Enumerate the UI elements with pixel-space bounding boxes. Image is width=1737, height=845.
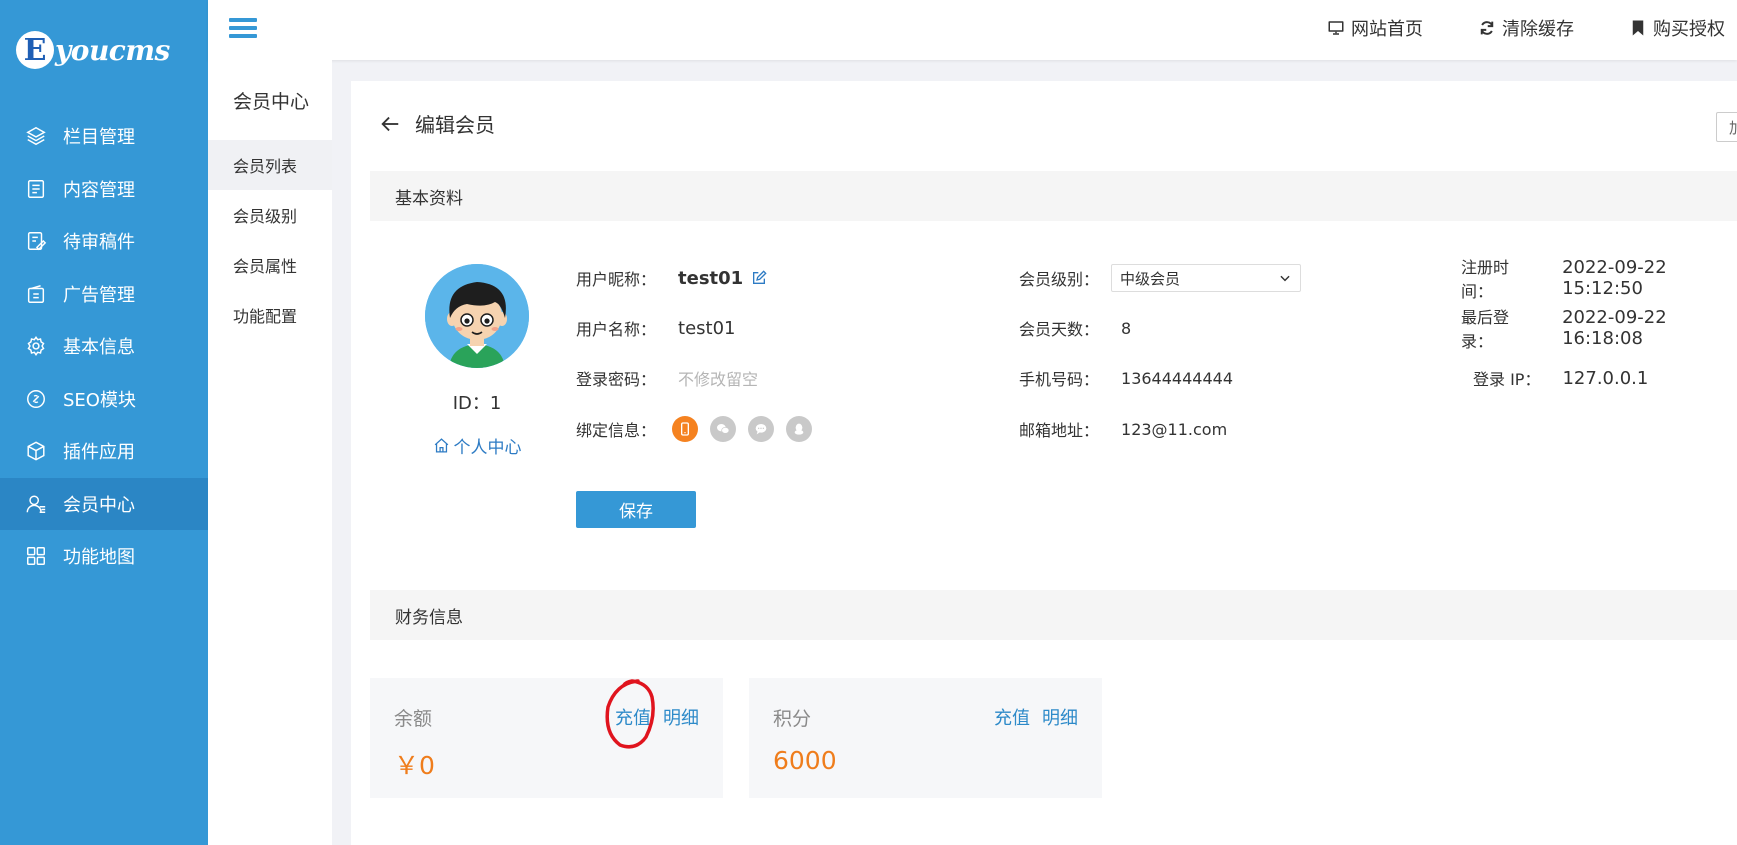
points-label: 积分: [773, 708, 812, 730]
sidebar-item-label: 插件应用: [63, 442, 135, 464]
avatar-illustration: [425, 264, 529, 368]
site-home-link[interactable]: 网站首页: [1327, 15, 1423, 41]
wechat-bind-icon[interactable]: [710, 416, 737, 442]
binding-field: 绑定信息：: [576, 414, 824, 444]
logo-badge: E: [16, 31, 54, 69]
sidebar-item-plugins[interactable]: 插件应用: [0, 425, 208, 478]
finance-section: 财务信息: [370, 590, 1737, 640]
personal-center-link[interactable]: 个人中心: [411, 433, 543, 458]
sidebar-item-seo[interactable]: SEO模块: [0, 373, 208, 426]
buy-license-link[interactable]: 购买授权: [1629, 15, 1725, 41]
points-recharge-link[interactable]: 充值: [994, 704, 1030, 730]
avatar: [425, 264, 529, 368]
sidebar-item-function-map[interactable]: 功能地图: [0, 530, 208, 583]
top-links: 网站首页 清除缓存 购买授权: [1272, 0, 1725, 56]
phone-value: 13644444444: [1121, 368, 1233, 388]
balance-recharge-link[interactable]: 充值: [615, 704, 651, 730]
chevron-down-icon: [1280, 275, 1290, 282]
top-bar: 网站首页 清除缓存 购买授权: [208, 0, 1737, 60]
balance-value: ￥0: [394, 751, 435, 780]
mobile-bind-icon[interactable]: [672, 416, 699, 442]
add-button[interactable]: 加: [1716, 112, 1737, 142]
username-value: test01: [678, 317, 736, 339]
balance-card: 余额 充值 明细 ￥0: [370, 678, 723, 798]
pending-icon: [25, 230, 47, 252]
binding-icons: [672, 416, 824, 442]
submenu-title: 会员中心: [233, 90, 310, 113]
clear-cache-link[interactable]: 清除缓存: [1478, 15, 1574, 41]
sidebar-item-label: 内容管理: [63, 179, 135, 201]
submenu: 会员中心 会员列表 会员级别 会员属性 功能配置: [208, 60, 332, 845]
nickname-value: test01: [678, 267, 744, 289]
gear-icon: [25, 335, 47, 357]
password-input[interactable]: 不修改留空: [678, 366, 758, 390]
submenu-item-member-level[interactable]: 会员级别: [208, 190, 332, 240]
days-value: 8: [1121, 318, 1132, 338]
user-icon: [25, 493, 47, 515]
submenu-item-member-attrs[interactable]: 会员属性: [208, 240, 332, 290]
balance-detail-link[interactable]: 明细: [663, 704, 699, 730]
sidebar-nav: 栏目管理 内容管理 待审稿件 广告管理 基本信息 SEO模块 插件应用 会员中心…: [0, 110, 208, 583]
balance-label: 余额: [394, 708, 433, 730]
last-login-value: 2022-09-22 16:18:08: [1562, 307, 1667, 349]
message-bind-icon[interactable]: [748, 416, 775, 442]
sidebar-item-label: 功能地图: [63, 547, 135, 569]
points-detail-link[interactable]: 明细: [1042, 704, 1078, 730]
balance-links: 充值 明细: [603, 704, 699, 730]
home-icon: [434, 438, 448, 453]
page-header: 编辑会员: [379, 109, 495, 138]
email-value: 123@11.com: [1121, 419, 1228, 439]
logo[interactable]: E youcms: [0, 0, 208, 100]
grid-icon: [25, 545, 47, 567]
link-icon: [25, 388, 47, 410]
ad-icon: [25, 283, 47, 305]
page-title: 编辑会员: [415, 113, 495, 137]
reg-time-value: 2022-09-22 15:12:50: [1562, 257, 1667, 299]
points-value: 6000: [773, 746, 837, 775]
sidebar-item-label: 广告管理: [63, 284, 135, 306]
sidebar-item-label: 基本信息: [63, 337, 135, 359]
bookmark-icon: [1632, 20, 1644, 36]
logo-text: youcms: [55, 33, 170, 67]
level-field: 会员级别： 中级会员: [1019, 263, 1302, 293]
member-id: ID：1: [452, 393, 502, 414]
qq-bind-icon[interactable]: [786, 416, 813, 442]
username-field: 用户名称： test01: [576, 317, 736, 340]
save-button[interactable]: 保存: [576, 491, 696, 528]
sidebar-item-label: SEO模块: [63, 389, 136, 411]
level-select[interactable]: 中级会员: [1111, 264, 1302, 292]
points-card: 积分 充值 明细 6000: [749, 678, 1102, 798]
sidebar-item-label: 会员中心: [63, 494, 135, 516]
menu-toggle-icon[interactable]: [229, 18, 257, 42]
sidebar-item-columns[interactable]: 栏目管理: [0, 110, 208, 163]
submenu-item-member-list[interactable]: 会员列表: [208, 140, 332, 190]
sidebar: E youcms 栏目管理 内容管理 待审稿件 广告管理 基本信息 SEO模块: [0, 0, 208, 845]
days-field: 会员天数： 8: [1019, 318, 1132, 340]
sidebar-item-label: 待审稿件: [63, 232, 135, 254]
sidebar-item-label: 栏目管理: [63, 127, 135, 149]
sidebar-item-basic-info[interactable]: 基本信息: [0, 320, 208, 373]
login-ip-field: 登录 IP： 127.0.0.1: [1473, 367, 1649, 390]
password-field: 登录密码： 不修改留空: [576, 363, 758, 393]
monitor-icon: [1328, 21, 1344, 35]
sidebar-item-member-center[interactable]: 会员中心: [0, 477, 208, 530]
last-login-field: 最后登录： 2022-09-22 16:18:08: [1461, 307, 1737, 351]
basic-info-section: 基本资料: [370, 171, 1737, 221]
sidebar-item-pending[interactable]: 待审稿件: [0, 215, 208, 268]
points-links: 充值 明细: [982, 704, 1078, 730]
submenu-item-function-config[interactable]: 功能配置: [208, 290, 332, 340]
cube-icon: [25, 440, 47, 462]
sidebar-item-content[interactable]: 内容管理: [0, 163, 208, 216]
phone-field: 手机号码： 13644444444: [1019, 368, 1233, 390]
document-icon: [25, 178, 47, 200]
email-field: 邮箱地址： 123@11.com: [1019, 419, 1228, 441]
login-ip-value: 127.0.0.1: [1562, 367, 1649, 389]
reg-time-field: 注册时间： 2022-09-22 15:12:50: [1461, 257, 1737, 301]
back-arrow-icon[interactable]: [379, 113, 401, 135]
refresh-icon: [1480, 21, 1494, 35]
sidebar-item-ads[interactable]: 广告管理: [0, 268, 208, 321]
nickname-field: 用户昵称： test01: [576, 263, 767, 293]
edit-icon[interactable]: [751, 270, 767, 286]
layers-icon: [25, 125, 47, 147]
